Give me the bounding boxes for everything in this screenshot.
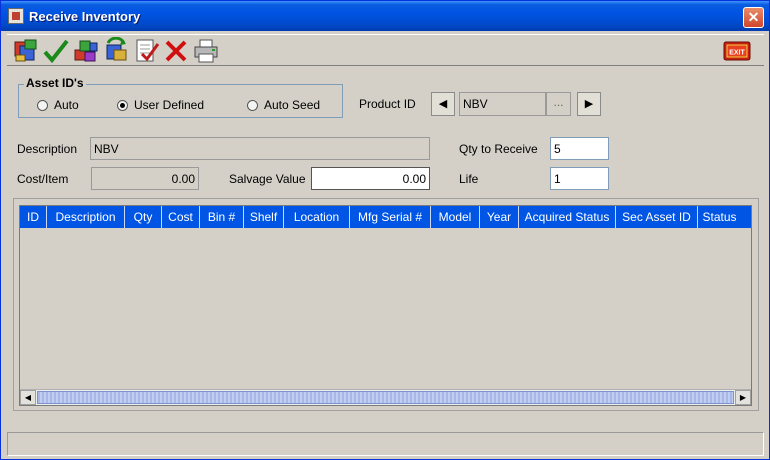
red-x-icon <box>165 40 187 62</box>
column-header-bin[interactable]: Bin # <box>200 206 244 228</box>
scroll-thumb[interactable] <box>37 391 734 404</box>
toolbox-icon <box>14 39 37 62</box>
exit-label: EXIT <box>729 50 745 57</box>
column-header-status[interactable]: Status <box>698 206 741 228</box>
exit-button[interactable]: EXIT <box>723 37 751 65</box>
radio-auto[interactable]: Auto <box>37 98 79 112</box>
asset-ids-legend: Asset ID's <box>24 76 86 90</box>
inventory-table[interactable]: ID Description Qty Cost Bin # Shelf Loca… <box>19 205 752 406</box>
radio-auto-seed-label: Auto Seed <box>264 98 321 112</box>
app-icon <box>8 8 24 24</box>
description-label: Description <box>17 142 78 156</box>
print-button[interactable] <box>192 37 220 65</box>
qty-to-receive-label: Qty to Receive <box>459 142 538 156</box>
checkmark-icon <box>43 39 69 64</box>
radio-auto-label: Auto <box>54 98 79 112</box>
salvage-value-label: Salvage Value <box>229 172 306 186</box>
radio-auto-dot[interactable] <box>37 99 48 111</box>
column-header-mfg-serial[interactable]: Mfg Serial # <box>350 206 431 228</box>
description-field: NBV <box>90 137 430 160</box>
column-header-shelf[interactable]: Shelf <box>244 206 284 228</box>
column-header-sec-asset-id[interactable]: Sec Asset ID <box>616 206 698 228</box>
receive-inventory-window: Receive Inventory ✕ EXIT Asset ID's Auto… <box>0 0 770 460</box>
product-id-field: NBV <box>459 92 546 116</box>
delete-button[interactable] <box>162 37 190 65</box>
life-input[interactable]: 1 <box>550 167 609 190</box>
prev-product-button[interactable]: ◀ <box>431 92 455 116</box>
new-record-button[interactable] <box>12 37 40 65</box>
column-header-acquired-status[interactable]: Acquired Status <box>519 206 616 228</box>
browse-product-button[interactable]: ... <box>546 92 571 116</box>
qty-to-receive-input[interactable]: 5 <box>550 137 609 160</box>
table-header: ID Description Qty Cost Bin # Shelf Loca… <box>20 206 751 228</box>
printer-icon <box>194 39 218 63</box>
scroll-left-button[interactable]: ◀ <box>20 390 36 405</box>
cost-item-field: 0.00 <box>91 167 199 190</box>
cycle-icon <box>106 36 127 61</box>
title-bar[interactable]: Receive Inventory ✕ <box>1 1 769 31</box>
product-id-label: Product ID <box>359 97 416 111</box>
close-button[interactable]: ✕ <box>743 7 764 28</box>
scroll-right-button[interactable]: ▶ <box>735 390 751 405</box>
life-label: Life <box>459 172 479 186</box>
next-product-button[interactable]: ▶ <box>577 92 601 116</box>
column-header-year[interactable]: Year <box>480 206 519 228</box>
window-title: Receive Inventory <box>29 9 141 24</box>
column-header-description[interactable]: Description <box>47 206 125 228</box>
radio-user-defined-dot[interactable] <box>117 99 128 111</box>
checklist-icon <box>136 39 160 62</box>
column-header-cost[interactable]: Cost <box>162 206 200 228</box>
radio-auto-seed-dot[interactable] <box>247 99 258 111</box>
column-header-qty[interactable]: Qty <box>125 206 162 228</box>
horizontal-scrollbar[interactable]: ◀ ▶ <box>20 389 751 405</box>
toolbar: EXIT <box>7 34 764 66</box>
add-items-button[interactable] <box>72 37 100 65</box>
status-bar <box>7 432 764 456</box>
boxes-icon <box>74 40 98 62</box>
accept-button[interactable] <box>42 37 70 65</box>
column-header-id[interactable]: ID <box>20 206 47 228</box>
column-header-location[interactable]: Location <box>284 206 350 228</box>
radio-user-defined[interactable]: User Defined <box>117 98 204 112</box>
column-header-model[interactable]: Model <box>431 206 480 228</box>
exit-icon: EXIT <box>723 41 751 61</box>
checklist-button[interactable] <box>132 37 160 65</box>
cost-item-label: Cost/Item <box>17 172 69 186</box>
radio-auto-seed[interactable]: Auto Seed <box>247 98 320 112</box>
radio-user-defined-label: User Defined <box>134 98 205 112</box>
salvage-value-input[interactable]: 0.00 <box>311 167 430 190</box>
transfer-button[interactable] <box>102 36 130 65</box>
